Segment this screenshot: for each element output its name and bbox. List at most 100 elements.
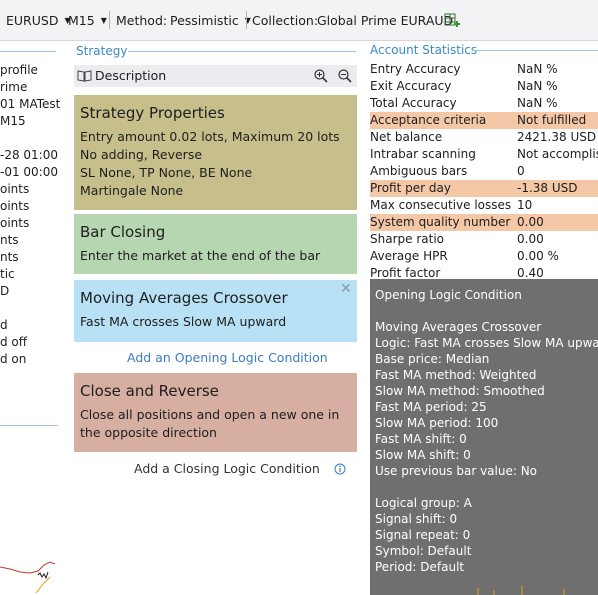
method-label: Method: xyxy=(116,13,168,28)
card-line: Fast MA crosses Slow MA upward xyxy=(80,314,287,329)
collection-label: Collection: xyxy=(252,13,319,28)
method-value: Pessimistic xyxy=(170,13,239,28)
stat-value: 2421.38 USD xyxy=(517,130,597,144)
card-title: Close and Reverse xyxy=(80,382,219,400)
stat-label: Total Accuracy xyxy=(370,96,457,110)
tooltip-line: Period: Default xyxy=(375,560,465,574)
left-text: d on xyxy=(0,352,27,366)
stat-label: Profit per day xyxy=(370,181,451,195)
stat-label: Acceptance criteria xyxy=(370,113,487,127)
stat-label: Average HPR xyxy=(370,249,448,263)
stat-row: Max consecutive losses 10 xyxy=(370,197,598,214)
left-text: d xyxy=(0,318,8,332)
chevron-down-icon: ▼ xyxy=(100,16,107,25)
stat-label: Intrabar scanning xyxy=(370,147,476,161)
close-icon[interactable]: ✕ xyxy=(340,281,352,297)
stat-row: Intrabar scanning Not accomplish xyxy=(370,146,598,163)
stat-label: Profit factor xyxy=(370,266,441,280)
timeframe-dropdown[interactable]: M15 ▼ xyxy=(68,13,107,28)
left-text: oints xyxy=(0,199,30,213)
tooltip-line: Opening Logic Condition xyxy=(375,288,522,302)
left-text: rime xyxy=(0,80,28,94)
timeframe-value: M15 xyxy=(68,13,95,28)
left-text: nts xyxy=(0,233,19,247)
card-title: Strategy Properties xyxy=(80,104,225,122)
add-opening-condition-link[interactable]: Add an Opening Logic Condition xyxy=(127,350,328,365)
left-text: -01 00:00 xyxy=(0,165,58,179)
left-text: -28 01:00 xyxy=(0,148,58,162)
add-closing-condition-link[interactable]: Add a Closing Logic Condition xyxy=(134,461,320,476)
stat-row: Total Accuracy NaN % xyxy=(370,95,598,112)
stat-value: -1.38 USD xyxy=(517,181,578,195)
stat-row: Entry Accuracy NaN % xyxy=(370,61,598,78)
left-text: M15 xyxy=(0,114,26,128)
stat-row: Exit Accuracy NaN % xyxy=(370,78,598,95)
left-text: 01 MATest xyxy=(0,97,61,111)
toolbar-separator xyxy=(246,11,247,29)
stat-label: Sharpe ratio xyxy=(370,232,444,246)
zoom-out-icon[interactable] xyxy=(338,69,352,83)
stat-label: Entry Accuracy xyxy=(370,62,461,76)
tooltip-line: Fast MA method: Weighted xyxy=(375,368,537,382)
left-text: profile xyxy=(0,63,38,77)
stat-value: NaN % xyxy=(517,62,558,76)
description-label[interactable]: Description xyxy=(95,68,166,83)
stat-row: Ambiguous bars 0 xyxy=(370,163,598,180)
symbol-value: EURUSD xyxy=(6,13,59,28)
toolbar: EURUSD ▼ M15 ▼ Method: Pessimistic ▼ Collec… xyxy=(0,0,598,41)
symbol-dropdown[interactable]: EURUSD ▼ xyxy=(6,13,71,28)
tooltip-line: Logical group: A xyxy=(375,496,472,510)
stat-value: 0.00 xyxy=(517,232,544,246)
left-text: d off xyxy=(0,335,28,349)
description-bar: Description xyxy=(74,65,357,87)
tooltip-line: Slow MA shift: 0 xyxy=(375,448,471,462)
balance-chart-fragment xyxy=(477,586,565,595)
stat-value: 10 xyxy=(517,198,533,212)
left-text: tic xyxy=(0,267,15,281)
zoom-in-icon[interactable] xyxy=(314,69,328,83)
left-panel: profile rime 01 MATest M15 -28 01:00 -01… xyxy=(0,40,62,595)
section-divider xyxy=(128,51,356,52)
stat-label: Net balance xyxy=(370,130,443,144)
section-divider xyxy=(472,50,598,51)
bar-closing-card[interactable]: Bar Closing Enter the market at the end … xyxy=(74,214,357,274)
left-text: oints xyxy=(0,216,30,230)
tooltip-line: Symbol: Default xyxy=(375,544,472,558)
card-title: Moving Averages Crossover xyxy=(80,289,288,307)
collection-value[interactable]: Global Prime EURAUD xyxy=(317,13,453,28)
collection-grid-add-icon[interactable] xyxy=(444,13,460,28)
stat-value: 0 xyxy=(517,164,525,178)
method-dropdown[interactable]: Pessimistic ▼ xyxy=(170,13,251,28)
info-icon[interactable] xyxy=(334,463,346,475)
card-line: Martingale None xyxy=(80,183,184,198)
stat-value: Not accomplish xyxy=(517,147,598,161)
tooltip-line: Fast MA period: 25 xyxy=(375,400,487,414)
tooltip-line: Logic: Fast MA crosses Slow MA upward xyxy=(375,336,598,350)
tooltip-line: Use previous bar value: No xyxy=(375,464,538,478)
stat-row: Net balance 2421.38 USD xyxy=(370,129,598,146)
mini-balance-chart xyxy=(0,561,56,594)
strategy-properties-card[interactable]: Strategy Properties Entry amount 0.02 lo… xyxy=(74,95,357,210)
stat-value: NaN % xyxy=(517,79,558,93)
stat-value: 0.40 xyxy=(517,266,544,280)
tooltip-line: Slow MA period: 100 xyxy=(375,416,499,430)
opening-condition-tooltip: Opening Logic Condition Moving Averages C… xyxy=(370,279,598,595)
tooltip-line: Signal shift: 0 xyxy=(375,512,458,526)
closing-condition-card[interactable]: Close and Reverse Close all positions an… xyxy=(74,373,357,452)
tooltip-line: Base price: Median xyxy=(375,352,490,366)
card-line: Enter the market at the end of the bar xyxy=(80,248,321,263)
left-text: oints xyxy=(0,182,30,196)
stat-label: Max consecutive losses xyxy=(370,198,512,212)
book-icon xyxy=(77,70,92,82)
tooltip-line: Signal repeat: 0 xyxy=(375,528,471,542)
card-line: Entry amount 0.02 lots, Maximum 20 lots xyxy=(80,129,340,144)
tooltip-line: Moving Averages Crossover xyxy=(375,320,542,334)
tooltip-line: Fast MA shift: 0 xyxy=(375,432,467,446)
opening-condition-card[interactable]: Moving Averages Crossover Fast MA crosse… xyxy=(74,280,357,342)
stat-row: Profit per day -1.38 USD xyxy=(370,180,598,197)
stat-row: Acceptance criteria Not fulfilled xyxy=(370,112,598,129)
card-line: SL None, TP None, BE None xyxy=(80,165,253,180)
stat-label: System quality number xyxy=(370,215,511,229)
stat-row: System quality number 0.00 xyxy=(370,214,598,231)
stat-row: Average HPR 0.00 % xyxy=(370,248,598,265)
